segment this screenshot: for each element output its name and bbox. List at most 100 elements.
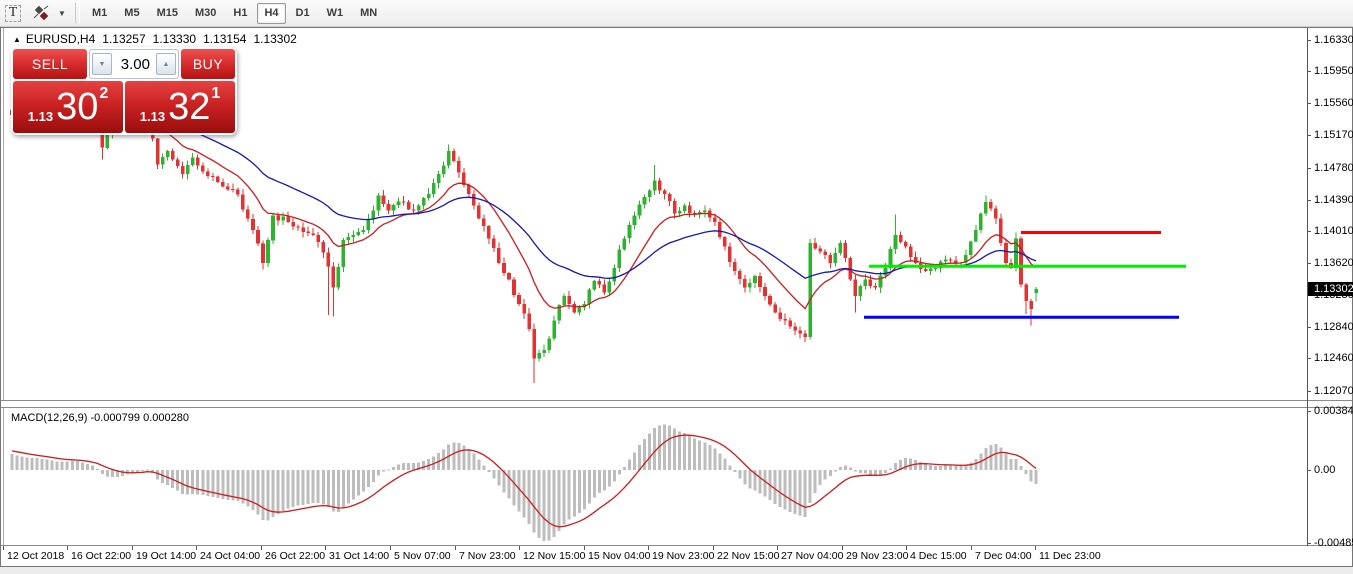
sell-button[interactable]: SELL <box>13 49 87 79</box>
time-tick <box>584 546 585 550</box>
toolbar: T ▼ M1M5M15M30H1H4D1W1MN <box>0 0 1353 27</box>
ohlc-high: 1.13330 <box>153 32 196 46</box>
macd-axis-label: -0.004856 <box>1314 537 1353 549</box>
chart-window: ▲EURUSD,H41.132571.133301.131541.13302 S… <box>0 27 1353 567</box>
macd-axis-label: 0.003847 <box>1314 405 1353 417</box>
current-price-badge: 1.13302 <box>1308 282 1353 296</box>
buy-price-prefix: 1.13 <box>140 109 165 124</box>
collapse-panel-icon[interactable]: ▲ <box>13 35 21 44</box>
macd-axis-label: 0.00 <box>1314 464 1335 476</box>
candlesticks-layer <box>10 97 1038 383</box>
time-tick <box>648 546 649 550</box>
arrows-icon <box>32 5 50 21</box>
price-tick <box>1307 543 1311 544</box>
time-tick <box>3 546 4 550</box>
time-axis-label: 19 Nov 23:00 <box>652 550 714 562</box>
time-axis-label: 19 Oct 14:00 <box>136 550 196 562</box>
time-axis-label: 15 Nov 04:00 <box>588 550 650 562</box>
price-axis-label: 1.12460 <box>1314 352 1353 364</box>
time-axis-label: 7 Dec 04:00 <box>975 550 1032 562</box>
buy-price-display[interactable]: 1.13 32 1 <box>125 81 235 133</box>
time-axis-label: 26 Oct 22:00 <box>265 550 325 562</box>
time-axis-label: 22 Nov 15:00 <box>717 550 779 562</box>
fast-ma-line[interactable] <box>12 106 1036 308</box>
sell-price-display[interactable]: 1.13 30 2 <box>13 81 123 133</box>
price-tick <box>1307 40 1311 41</box>
timeframe-button-h1[interactable]: H1 <box>226 3 254 24</box>
chart-header: ▲EURUSD,H41.132571.133301.131541.13302 <box>13 32 297 46</box>
time-tick <box>713 546 714 550</box>
price-tick <box>1307 135 1311 136</box>
sell-price-big: 30 <box>56 85 98 129</box>
price-axis-label: 1.15170 <box>1314 129 1353 141</box>
macd-label: MACD(12,26,9) -0.000799 0.000280 <box>11 412 189 424</box>
price-tick <box>1307 391 1311 392</box>
text-tool-button[interactable]: T <box>2 3 24 24</box>
time-axis-label: 29 Nov 23:00 <box>846 550 908 562</box>
arrows-dropdown-caret[interactable]: ▼ <box>55 3 69 24</box>
pane-splitter[interactable] <box>1 400 1352 408</box>
timeframe-button-d1[interactable]: D1 <box>289 3 317 24</box>
trade-panel: SELL ▼ 3.00 ▲ BUY 1.13 30 2 1.13 32 1 <box>11 47 237 135</box>
time-tick <box>842 546 843 550</box>
trading-app: T ▼ M1M5M15M30H1H4D1W1MN ▲EURUSD,H41.132… <box>0 0 1353 574</box>
timeframe-button-w1[interactable]: W1 <box>320 3 351 24</box>
price-tick <box>1307 263 1311 264</box>
time-axis-label: 27 Nov 04:00 <box>781 550 843 562</box>
time-tick <box>971 546 972 550</box>
price-axis-label: 1.15560 <box>1314 97 1353 109</box>
price-axis-label: 1.14010 <box>1314 225 1353 237</box>
volume-input[interactable]: 3.00 <box>114 56 154 73</box>
ohlc-low: 1.13154 <box>203 32 246 46</box>
time-axis-label: 31 Oct 14:00 <box>329 550 389 562</box>
price-axis-label: 1.13620 <box>1314 257 1353 269</box>
price-axis-label: 1.15950 <box>1314 65 1353 77</box>
time-tick <box>455 546 456 550</box>
sell-price-prefix: 1.13 <box>28 109 53 124</box>
timeframe-button-m30[interactable]: M30 <box>188 3 223 24</box>
buy-price-big: 32 <box>168 85 210 129</box>
price-axis-label: 1.14780 <box>1314 162 1353 174</box>
price-tick <box>1307 358 1311 359</box>
time-axis-label: 7 Nov 23:00 <box>459 550 516 562</box>
price-tick <box>1307 168 1311 169</box>
buy-button[interactable]: BUY <box>181 49 235 79</box>
time-tick <box>261 546 262 550</box>
timeframe-group: M1M5M15M30H1H4D1W1MN <box>85 3 387 24</box>
buy-price-sup: 1 <box>211 85 220 103</box>
timeframe-button-h4[interactable]: H4 <box>257 3 285 24</box>
time-axis-label: 12 Nov 15:00 <box>523 550 585 562</box>
time-axis-label: 4 Dec 15:00 <box>910 550 967 562</box>
volume-up-button[interactable]: ▲ <box>156 53 176 75</box>
price-tick <box>1307 470 1311 471</box>
volume-stepper: ▼ 3.00 ▲ <box>89 49 179 79</box>
timeframe-button-m1[interactable]: M1 <box>85 3 114 24</box>
price-tick <box>1307 411 1311 412</box>
sell-price-sup: 2 <box>99 85 108 103</box>
bottom-strip <box>0 567 1353 574</box>
time-axis-label: 24 Oct 04:00 <box>200 550 260 562</box>
time-axis[interactable]: 12 Oct 201816 Oct 22:0019 Oct 14:0024 Oc… <box>1 546 1307 566</box>
timeframe-button-m15[interactable]: M15 <box>150 3 185 24</box>
price-tick <box>1307 103 1311 104</box>
text-tool-icon: T <box>5 5 22 22</box>
price-tick <box>1307 327 1311 328</box>
arrows-tool-button[interactable] <box>28 3 54 24</box>
time-tick <box>67 546 68 550</box>
time-tick <box>196 546 197 550</box>
ohlc-open: 1.13257 <box>102 32 145 46</box>
macd-pane-canvas[interactable] <box>1 408 1304 545</box>
time-tick <box>325 546 326 550</box>
timeframe-button-mn[interactable]: MN <box>353 3 384 24</box>
time-axis-label: 12 Oct 2018 <box>7 550 64 562</box>
timeframe-button-m5[interactable]: M5 <box>117 3 146 24</box>
time-tick <box>519 546 520 550</box>
time-tick <box>132 546 133 550</box>
time-tick <box>390 546 391 550</box>
price-tick <box>1307 200 1311 201</box>
volume-down-button[interactable]: ▼ <box>92 53 112 75</box>
time-tick <box>906 546 907 550</box>
time-axis-label: 11 Dec 23:00 <box>1039 550 1101 562</box>
ohlc-close: 1.13302 <box>253 32 296 46</box>
macd-histogram <box>11 425 1038 541</box>
